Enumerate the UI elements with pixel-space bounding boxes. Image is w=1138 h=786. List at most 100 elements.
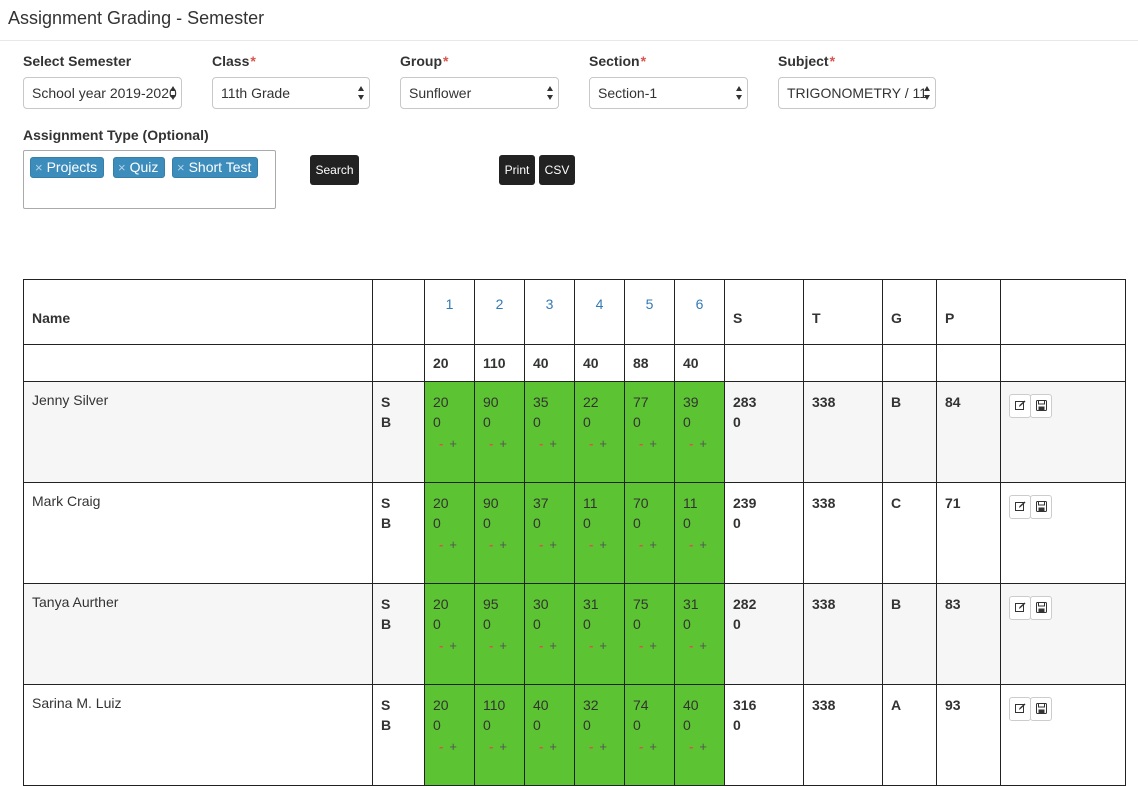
score-cell[interactable]: 11 0 - + — [574, 482, 625, 584]
score-cell[interactable]: 31 0 - + — [574, 583, 625, 685]
decrement-button[interactable]: - — [489, 739, 494, 754]
assignment-type-multiselect[interactable]: × Projects × Quiz × Short Test — [23, 150, 276, 209]
increment-button[interactable]: + — [549, 638, 558, 653]
increment-button[interactable]: + — [449, 739, 458, 754]
increment-button[interactable]: + — [499, 436, 508, 451]
decrement-button[interactable]: - — [689, 436, 694, 451]
decrement-button[interactable]: - — [639, 638, 644, 653]
decrement-button[interactable]: - — [489, 537, 494, 552]
increment-button[interactable]: + — [599, 638, 608, 653]
header-assignment-6[interactable]: 6 — [674, 279, 725, 345]
increment-button[interactable]: + — [499, 739, 508, 754]
score-cell[interactable]: 32 0 - + — [574, 684, 625, 786]
header-assignment-2[interactable]: 2 — [474, 279, 525, 345]
increment-button[interactable]: + — [599, 436, 608, 451]
actions-cell — [1000, 583, 1126, 685]
increment-button[interactable]: + — [649, 436, 658, 451]
increment-button[interactable]: + — [549, 436, 558, 451]
score-cell[interactable]: 31 0 - + — [674, 583, 725, 685]
score-cell[interactable]: 20 0 - + — [424, 583, 475, 685]
save-button[interactable] — [1030, 596, 1052, 620]
increment-button[interactable]: + — [599, 537, 608, 552]
score-cell[interactable]: 30 0 - + — [524, 583, 575, 685]
score-cell[interactable]: 90 0 - + — [474, 381, 525, 483]
score-cell[interactable]: 110 0 - + — [474, 684, 525, 786]
score-cell[interactable]: 39 0 - + — [674, 381, 725, 483]
decrement-button[interactable]: - — [639, 739, 644, 754]
edit-button[interactable] — [1009, 697, 1031, 721]
save-button[interactable] — [1030, 495, 1052, 519]
decrement-button[interactable]: - — [639, 537, 644, 552]
max-row-blank — [23, 344, 373, 382]
decrement-button[interactable]: - — [589, 537, 594, 552]
remove-tag-icon[interactable]: × — [35, 160, 43, 175]
increment-button[interactable]: + — [549, 739, 558, 754]
decrement-button[interactable]: - — [639, 436, 644, 451]
score-cell[interactable]: 95 0 - + — [474, 583, 525, 685]
edit-button[interactable] — [1009, 596, 1031, 620]
increment-button[interactable]: + — [449, 537, 458, 552]
decrement-button[interactable]: - — [589, 739, 594, 754]
remove-tag-icon[interactable]: × — [118, 160, 126, 175]
increment-button[interactable]: + — [599, 739, 608, 754]
subject-select[interactable]: TRIGONOMETRY / 11 — [778, 77, 936, 109]
score-cell[interactable]: 35 0 - + — [524, 381, 575, 483]
decrement-button[interactable]: - — [689, 638, 694, 653]
header-assignment-5[interactable]: 5 — [624, 279, 675, 345]
class-select[interactable]: 11th Grade — [212, 77, 370, 109]
search-button[interactable]: Search — [310, 155, 359, 185]
decrement-button[interactable]: - — [689, 537, 694, 552]
decrement-button[interactable]: - — [439, 739, 444, 754]
decrement-button[interactable]: - — [589, 436, 594, 451]
score-cell[interactable]: 75 0 - + — [624, 583, 675, 685]
increment-button[interactable]: + — [649, 739, 658, 754]
remove-tag-icon[interactable]: × — [177, 160, 185, 175]
decrement-button[interactable]: - — [489, 638, 494, 653]
increment-button[interactable]: + — [699, 739, 708, 754]
increment-button[interactable]: + — [499, 638, 508, 653]
increment-button[interactable]: + — [649, 638, 658, 653]
decrement-button[interactable]: - — [689, 739, 694, 754]
increment-button[interactable]: + — [699, 638, 708, 653]
decrement-button[interactable]: - — [489, 436, 494, 451]
increment-button[interactable]: + — [549, 537, 558, 552]
increment-button[interactable]: + — [649, 537, 658, 552]
score-cell[interactable]: 37 0 - + — [524, 482, 575, 584]
section-select[interactable]: Section-1 — [589, 77, 748, 109]
score-cell[interactable]: 20 0 - + — [424, 684, 475, 786]
score-cell[interactable]: 74 0 - + — [624, 684, 675, 786]
increment-button[interactable]: + — [499, 537, 508, 552]
semester-select[interactable]: School year 2019-2020 — [23, 77, 182, 109]
decrement-button[interactable]: - — [589, 638, 594, 653]
decrement-button[interactable]: - — [439, 537, 444, 552]
group-select[interactable]: Sunflower — [400, 77, 559, 109]
increment-button[interactable]: + — [449, 638, 458, 653]
header-assignment-4[interactable]: 4 — [574, 279, 625, 345]
header-assignment-3[interactable]: 3 — [524, 279, 575, 345]
save-button[interactable] — [1030, 394, 1052, 418]
save-button[interactable] — [1030, 697, 1052, 721]
score-cell[interactable]: 20 0 - + — [424, 381, 475, 483]
score-cell[interactable]: 77 0 - + — [624, 381, 675, 483]
increment-button[interactable]: + — [449, 436, 458, 451]
csv-button[interactable]: CSV — [539, 155, 575, 185]
decrement-button[interactable]: - — [439, 638, 444, 653]
header-assignment-1[interactable]: 1 — [424, 279, 475, 345]
increment-button[interactable]: + — [699, 436, 708, 451]
score-cell[interactable]: 70 0 - + — [624, 482, 675, 584]
decrement-button[interactable]: - — [539, 638, 544, 653]
score-cell[interactable]: 11 0 - + — [674, 482, 725, 584]
score-cell[interactable]: 40 0 - + — [524, 684, 575, 786]
decrement-button[interactable]: - — [439, 436, 444, 451]
score-cell[interactable]: 22 0 - + — [574, 381, 625, 483]
score-cell[interactable]: 40 0 - + — [674, 684, 725, 786]
decrement-button[interactable]: - — [539, 436, 544, 451]
print-button[interactable]: Print — [499, 155, 535, 185]
decrement-button[interactable]: - — [539, 537, 544, 552]
increment-button[interactable]: + — [699, 537, 708, 552]
score-cell[interactable]: 20 0 - + — [424, 482, 475, 584]
decrement-button[interactable]: - — [539, 739, 544, 754]
edit-button[interactable] — [1009, 495, 1031, 519]
edit-button[interactable] — [1009, 394, 1031, 418]
score-cell[interactable]: 90 0 - + — [474, 482, 525, 584]
